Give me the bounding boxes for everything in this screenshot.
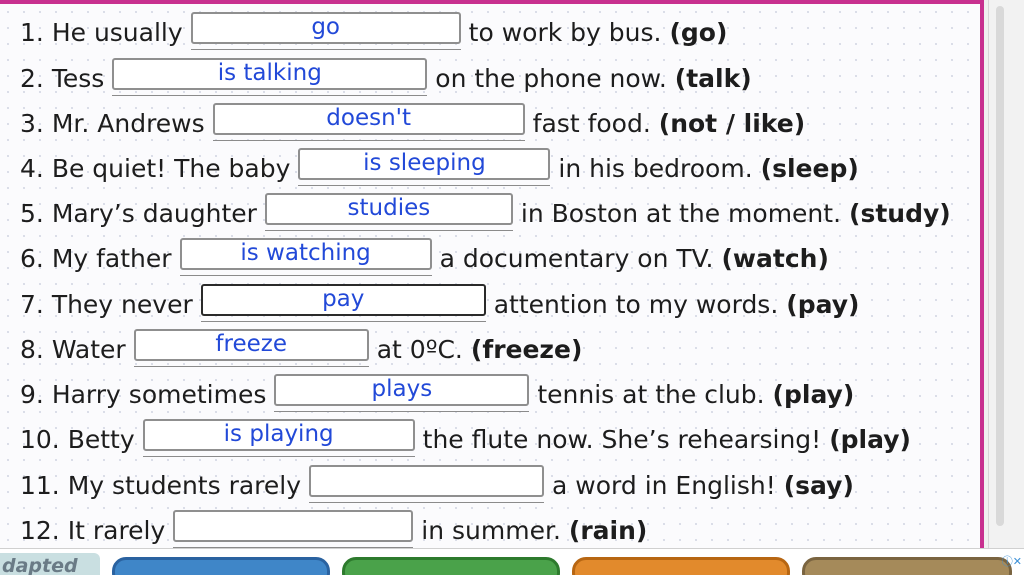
item-text-before: My father <box>51 243 172 273</box>
item-number: 5. <box>20 198 44 228</box>
bottom-bar: dapted ⓘ✕ <box>0 548 1024 575</box>
item-number: 2. <box>20 63 44 93</box>
item-text-after: to work by bus. <box>468 17 662 47</box>
answer-slot: is sleeping <box>298 148 551 188</box>
answer-input[interactable]: pay <box>200 284 486 316</box>
item-text-after: a word in English! <box>552 470 776 500</box>
item-text-after: tennis at the club. <box>537 379 765 409</box>
ad-close-icon[interactable]: ⓘ✕ <box>1002 553 1022 569</box>
level-button-1[interactable] <box>112 557 330 575</box>
item-text-after: attention to my words. <box>493 289 779 319</box>
answer-input[interactable]: doesn't <box>212 103 525 135</box>
item-text-before: Be quiet! The baby <box>51 153 291 183</box>
answer-slot: is playing <box>142 419 415 459</box>
verb-hint: (play) <box>772 379 855 409</box>
answer-slot: go <box>190 12 461 52</box>
answer-input[interactable]: plays <box>274 374 530 406</box>
answer-slot: pay <box>200 284 486 324</box>
exercise-item-6: 6. My father is watching a documentary o… <box>20 238 829 278</box>
answer-input[interactable]: is playing <box>142 419 415 451</box>
scrollbar-track[interactable] <box>988 0 1024 548</box>
exercise-item-3: 3. Mr. Andrews doesn't fast food. (not /… <box>20 103 805 143</box>
item-text-before: Tess <box>51 63 105 93</box>
item-number: 6. <box>20 243 44 273</box>
answer-input[interactable] <box>173 510 414 542</box>
item-text-before: Mr. Andrews <box>51 108 205 138</box>
verb-hint: (watch) <box>721 243 829 273</box>
answer-slot: doesn't <box>212 103 525 143</box>
item-number: 9. <box>20 379 44 409</box>
item-text-after: fast food. <box>532 108 651 138</box>
item-number: 12. <box>20 515 60 545</box>
verb-hint: (talk) <box>674 63 752 93</box>
item-text-before: Betty <box>67 424 135 454</box>
item-text-after: the flute now. She’s rehearsing! <box>422 424 822 454</box>
answer-slot <box>173 510 414 550</box>
item-number: 4. <box>20 153 44 183</box>
exercise-item-11: 11. My students rarely a word in English… <box>20 465 854 505</box>
item-text-before: Harry sometimes <box>51 379 267 409</box>
answer-slot: is watching <box>179 238 432 278</box>
exercise-item-8: 8. Water freeze at 0ºC. (freeze) <box>20 329 582 369</box>
verb-hint: (say) <box>783 470 854 500</box>
item-number: 8. <box>20 334 44 364</box>
item-text-after: a documentary on TV. <box>439 243 714 273</box>
item-number: 1. <box>20 17 44 47</box>
answer-input[interactable]: is watching <box>179 238 432 270</box>
verb-hint: (pay) <box>786 289 860 319</box>
exercise-item-7: 7. They never pay attention to my words.… <box>20 284 859 324</box>
level-button-3[interactable] <box>572 557 790 575</box>
item-text-before: He usually <box>51 17 183 47</box>
scrollbar-thumb[interactable] <box>996 6 1004 526</box>
exercise-item-9: 9. Harry sometimes plays tennis at the c… <box>20 374 854 414</box>
item-text-after: in summer. <box>421 515 561 545</box>
verb-hint: (freeze) <box>470 334 583 364</box>
answer-slot <box>309 465 545 505</box>
exercise-item-5: 5. Mary’s daughter studies in Boston at … <box>20 193 951 233</box>
exercise-item-2: 2. Tess is talking on the phone now. (ta… <box>20 58 752 98</box>
verb-hint: (not / like) <box>658 108 806 138</box>
item-number: 7. <box>20 289 44 319</box>
level-button-4[interactable] <box>802 557 1012 575</box>
item-number: 10. <box>20 424 60 454</box>
answer-slot: studies <box>264 193 513 233</box>
verb-hint: (play) <box>829 424 911 454</box>
item-text-before: Water <box>51 334 126 364</box>
item-text-before: Mary’s daughter <box>51 198 257 228</box>
item-number: 11. <box>20 470 60 500</box>
item-text-after: on the phone now. <box>435 63 667 93</box>
item-text-before: They never <box>51 289 193 319</box>
verb-hint: (go) <box>669 17 728 47</box>
level-button-2[interactable] <box>342 557 560 575</box>
answer-input[interactable] <box>309 465 545 497</box>
item-number: 3. <box>20 108 44 138</box>
item-text-after: in his bedroom. <box>558 153 753 183</box>
answer-slot: freeze <box>133 329 369 369</box>
site-logo: dapted <box>0 553 100 575</box>
answer-input[interactable]: is talking <box>112 58 428 90</box>
item-text-before: It rarely <box>67 515 166 545</box>
answer-input[interactable]: is sleeping <box>298 148 551 180</box>
answer-slot: plays <box>274 374 530 414</box>
app-frame: 1. He usually go to work by bus. (go) 2.… <box>0 0 1024 575</box>
item-text-before: My students rarely <box>67 470 302 500</box>
item-text-after: in Boston at the moment. <box>520 198 842 228</box>
exercise-item-4: 4. Be quiet! The baby is sleeping in his… <box>20 148 859 188</box>
exercise-item-10: 10. Betty is playing the flute now. She’… <box>20 419 911 459</box>
verb-hint: (study) <box>849 198 951 228</box>
worksheet: 1. He usually go to work by bus. (go) 2.… <box>0 0 984 548</box>
answer-slot: is talking <box>112 58 428 98</box>
answer-input[interactable]: go <box>190 12 461 44</box>
verb-hint: (sleep) <box>760 153 859 183</box>
answer-input[interactable]: freeze <box>133 329 369 361</box>
exercise-item-1: 1. He usually go to work by bus. (go) <box>20 12 727 52</box>
answer-input[interactable]: studies <box>264 193 513 225</box>
exercise-item-12: 12. It rarely in summer. (rain) <box>20 510 647 550</box>
verb-hint: (rain) <box>568 515 648 545</box>
item-text-after: at 0ºC. <box>376 334 463 364</box>
